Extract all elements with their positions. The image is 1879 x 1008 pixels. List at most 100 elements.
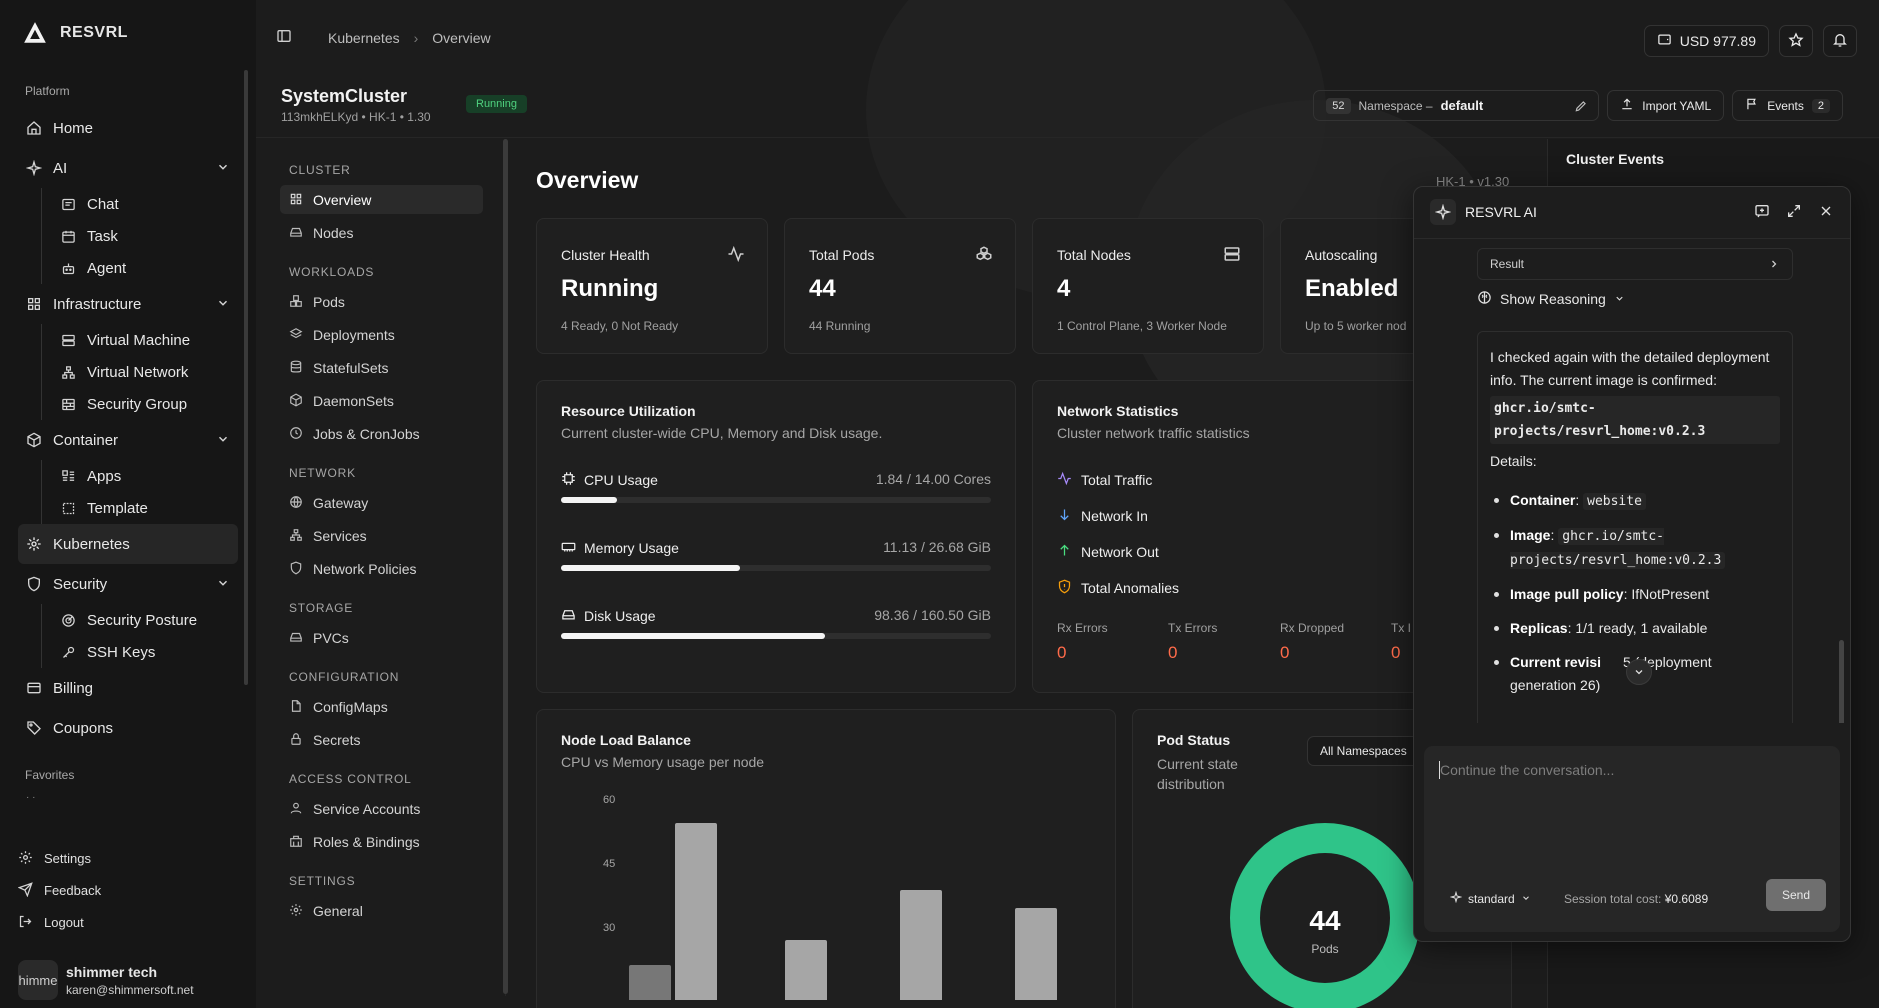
expand-icon[interactable]	[1786, 203, 1802, 222]
sidebar: RESVRL Platform Home AI Chat Task Agent	[0, 0, 256, 1008]
stat-sub: Up to 5 worker nod	[1305, 319, 1407, 333]
sidebar-item-home[interactable]: Home	[18, 108, 238, 148]
subnav-item-network-policies[interactable]: Network Policies	[280, 554, 483, 583]
stat-title: Autoscaling	[1305, 247, 1378, 263]
sidebar-item-ssh-keys[interactable]: SSH Keys	[52, 636, 238, 668]
show-reasoning-toggle[interactable]: Show Reasoning	[1477, 290, 1625, 308]
subnav-item-jobs[interactable]: Jobs & CronJobs	[280, 419, 483, 448]
flag-icon	[1745, 97, 1759, 114]
subnav-item-statefulsets[interactable]: StatefulSets	[280, 353, 483, 382]
subnav-item-label: Network Policies	[313, 560, 417, 577]
sidebar-item-chat[interactable]: Chat	[52, 188, 238, 220]
subnav-item-general[interactable]: General	[280, 896, 483, 925]
mode-selector[interactable]: standard	[1449, 890, 1531, 906]
subnav-item-services[interactable]: Services	[280, 521, 483, 550]
stat-card-total-pods[interactable]: Total Pods 44 44 Running	[784, 218, 1016, 354]
tx-errors-stat: Tx Errors 0	[1168, 621, 1217, 663]
subnav-item-service-accounts[interactable]: Service Accounts	[280, 794, 483, 823]
result-collapsible[interactable]: Result	[1477, 248, 1793, 280]
sidebar-item-security-posture[interactable]: Security Posture	[52, 604, 238, 636]
sidebar-item-ai[interactable]: AI	[18, 148, 238, 188]
subnav-item-label: Overview	[313, 191, 372, 208]
scroll-down-button[interactable]	[1626, 659, 1652, 685]
breadcrumb-kubernetes[interactable]: Kubernetes	[328, 30, 400, 46]
new-chat-icon[interactable]	[1754, 203, 1770, 222]
close-icon[interactable]	[1818, 203, 1834, 222]
ai-scrollbar[interactable]	[1839, 640, 1844, 723]
events-label: Events	[1767, 98, 1804, 113]
sidebar-item-coupons[interactable]: Coupons	[18, 708, 238, 748]
sidebar-item-security-group[interactable]: Security Group	[52, 388, 238, 420]
kubernetes-icon	[25, 535, 43, 553]
user-profile[interactable]: himme shimmer tech karen@shimmersoft.net	[18, 952, 238, 1008]
sidebar-item-task[interactable]: Task	[52, 220, 238, 252]
notifications-button[interactable]	[1823, 25, 1857, 57]
toggle-sidebar-icon[interactable]	[276, 28, 292, 47]
subnav-item-secrets[interactable]: Secrets	[280, 725, 483, 754]
ai-input-placeholder[interactable]: Continue the conversation...	[1440, 762, 1614, 778]
key-icon	[59, 643, 77, 661]
sidebar-item-apps[interactable]: Apps	[52, 460, 238, 492]
sidebar-scrollbar[interactable]	[244, 70, 248, 685]
subnav-item-roles[interactable]: Roles & Bindings	[280, 827, 483, 856]
stat-card-total-nodes[interactable]: Total Nodes 4 1 Control Plane, 3 Worker …	[1032, 218, 1264, 354]
sidebar-item-template[interactable]: Template	[52, 492, 238, 524]
stat-value: 0	[1057, 643, 1067, 662]
stat-card-cluster-health[interactable]: Cluster Health Running 4 Ready, 0 Not Re…	[536, 218, 768, 354]
sidebar-item-container[interactable]: Container	[18, 420, 238, 460]
subnav-item-configmaps[interactable]: ConfigMaps	[280, 692, 483, 721]
send-button[interactable]: Send	[1766, 879, 1826, 911]
import-yaml-button[interactable]: Import YAML	[1607, 90, 1725, 121]
namespace-filter[interactable]: All Namespaces	[1307, 736, 1420, 766]
stat-label: Rx Errors	[1057, 621, 1108, 635]
chevron-down-icon	[1635, 670, 1643, 675]
favorite-button[interactable]	[1779, 25, 1813, 57]
subnav-section-workloads: WORKLOADS	[289, 265, 375, 279]
network-icon	[59, 363, 77, 381]
sidebar-item-label: Apps	[87, 467, 122, 485]
namespace-selector[interactable]: 52 Namespace – default	[1313, 90, 1600, 121]
sidebar-item-virtual-network[interactable]: Virtual Network	[52, 356, 238, 388]
sidebar-item-kubernetes[interactable]: Kubernetes	[18, 524, 238, 564]
warning-shield-icon	[1057, 579, 1072, 597]
result-label: Result	[1490, 257, 1525, 271]
card-subtitle: Current cluster-wide CPU, Memory and Dis…	[561, 425, 883, 441]
tx-dropped-stat: Tx I 0	[1391, 621, 1411, 663]
subnav-item-label: PVCs	[313, 629, 349, 646]
card-subtitle: Current state distribution	[1157, 756, 1238, 792]
settings-link[interactable]: Settings	[18, 842, 238, 874]
feedback-link[interactable]: Feedback	[18, 874, 238, 906]
subnav-section-access: ACCESS CONTROL	[289, 772, 412, 786]
subnav-scrollbar[interactable]	[503, 139, 508, 994]
sidebar-item-virtual-machine[interactable]: Virtual Machine	[52, 324, 238, 356]
subnav-item-label: Pods	[313, 293, 345, 310]
balance-button[interactable]: USD 977.89	[1643, 25, 1769, 57]
subnav-item-overview[interactable]: Overview	[280, 185, 483, 214]
ai-conversation: Result Show Reasoning I checked again wi…	[1414, 240, 1850, 723]
ai-input-box[interactable]: Continue the conversation... standard Se…	[1424, 746, 1840, 932]
progress-fill	[561, 633, 825, 639]
subnav-item-pods[interactable]: Pods	[280, 287, 483, 316]
subnav-item-daemonsets[interactable]: DaemonSets	[280, 386, 483, 415]
breadcrumb-overview[interactable]: Overview	[432, 30, 490, 46]
subnav-item-label: Service Accounts	[313, 800, 421, 817]
progress-fill	[561, 565, 741, 571]
sidebar-item-agent[interactable]: Agent	[52, 252, 238, 284]
feedback-label: Feedback	[44, 882, 102, 898]
stat-title: Total Nodes	[1057, 247, 1131, 263]
logout-link[interactable]: Logout	[18, 906, 238, 938]
subnav-item-nodes[interactable]: Nodes	[280, 218, 483, 247]
subnav-item-deployments[interactable]: Deployments	[280, 320, 483, 349]
sidebar-item-billing[interactable]: Billing	[18, 668, 238, 708]
brand[interactable]: RESVRL	[18, 0, 238, 66]
sidebar-item-label: Security Posture	[87, 611, 198, 629]
pencil-icon[interactable]	[1574, 99, 1588, 116]
sidebar-item-infrastructure[interactable]: Infrastructure	[18, 284, 238, 324]
namespace-value: default	[1440, 98, 1484, 113]
sidebar-item-security[interactable]: Security	[18, 564, 238, 604]
subnav-item-pvcs[interactable]: PVCs	[280, 623, 483, 652]
subnav-item-gateway[interactable]: Gateway	[280, 488, 483, 517]
resource-value: 1.84 / 14.00 Cores	[875, 471, 991, 487]
events-button[interactable]: Events 2	[1732, 90, 1843, 121]
boxes-icon	[976, 246, 992, 261]
